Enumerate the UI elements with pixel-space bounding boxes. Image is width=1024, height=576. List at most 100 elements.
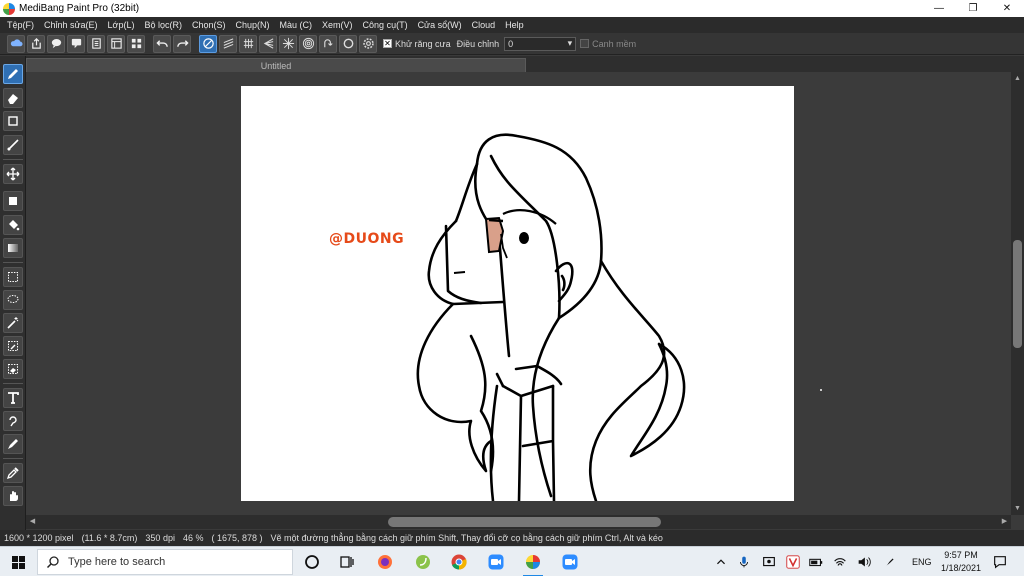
medibang-taskbar-icon[interactable] (522, 551, 544, 576)
menu-capture[interactable]: Chụp(N) (232, 20, 276, 30)
magic-wand-tool-icon[interactable] (3, 313, 23, 333)
drawing-canvas[interactable]: @DUONG (241, 86, 794, 501)
maximize-button[interactable]: ❐ (956, 0, 990, 17)
balloon-tool-icon[interactable] (3, 411, 23, 431)
antialias-label: Khử răng cưa (395, 38, 451, 49)
vertical-scroll-thumb[interactable] (1013, 240, 1022, 348)
microphone-icon[interactable] (736, 551, 752, 573)
scroll-left-icon[interactable]: ◀ (28, 517, 37, 527)
workspace: @DUONG (26, 72, 1011, 515)
menu-bar: Tệp(F) Chỉnh sửa(E) Lớp(L) Bộ lọc(R) Chọ… (0, 17, 1024, 33)
adjust-label: Điều chỉnh (456, 38, 500, 49)
blur-tool-icon[interactable] (3, 434, 23, 454)
menu-select[interactable]: Chọn(S) (188, 20, 232, 30)
scroll-down-icon[interactable]: ▼ (1013, 504, 1022, 513)
scroll-right-icon[interactable]: ▶ (1000, 517, 1009, 527)
shape-tool-icon[interactable] (3, 111, 23, 131)
brush-tool-icon[interactable] (3, 64, 23, 84)
redo-icon[interactable] (173, 34, 191, 53)
battery-icon (808, 551, 824, 573)
rect-select-tool-icon[interactable] (3, 267, 23, 287)
minimize-button[interactable]: — (922, 0, 956, 17)
share-icon[interactable] (27, 34, 45, 53)
concentric-snap-icon[interactable] (299, 34, 317, 53)
vivaldi-icon[interactable] (785, 551, 801, 573)
curve-snap-icon[interactable] (319, 34, 337, 53)
undo-icon[interactable] (153, 34, 171, 53)
adjust-value: 0 (508, 38, 514, 49)
status-canvas-size: 1600 * 1200 pixel (4, 533, 74, 543)
fill-rect-tool-icon[interactable] (3, 191, 23, 211)
select-eraser-tool-icon[interactable] (3, 359, 23, 379)
notifications-icon[interactable] (992, 551, 1008, 573)
bucket-tool-icon[interactable] (3, 215, 23, 235)
volume-icon[interactable] (856, 551, 872, 573)
vertical-scrollbar[interactable]: ▲ ▼ (1011, 72, 1024, 515)
status-bar: 1600 * 1200 pixel (11.6 * 8.7cm) 350 dpi… (0, 530, 1024, 546)
system-clock[interactable]: 9:57 PM 1/18/2021 (935, 549, 987, 575)
speech-bubble-icon[interactable] (67, 34, 85, 53)
start-button[interactable] (0, 547, 36, 576)
menu-view[interactable]: Xem(V) (318, 20, 359, 30)
menu-layer[interactable]: Lớp(L) (104, 20, 141, 30)
clock-time: 9:57 PM (944, 550, 978, 560)
horizontal-scrollbar[interactable]: ◀ ▶ (26, 515, 1011, 529)
tab-untitled[interactable]: Untitled (26, 58, 526, 72)
parallel-snap-icon[interactable] (219, 34, 237, 53)
zalo-leaf-icon[interactable] (412, 551, 434, 573)
eyedropper-tool-icon[interactable] (3, 463, 23, 483)
menu-color[interactable]: Màu (C) (276, 20, 319, 30)
text-tool-icon[interactable] (3, 388, 23, 408)
comment-icon[interactable] (47, 34, 65, 53)
gradient-tool-icon[interactable] (3, 238, 23, 258)
adjust-dropdown[interactable]: 0 ▾ (504, 36, 577, 51)
layout-icon[interactable] (107, 34, 125, 53)
cross-snap-icon[interactable] (239, 34, 257, 53)
select-pen-tool-icon[interactable] (3, 336, 23, 356)
task-view-icon[interactable] (336, 551, 358, 573)
language-indicator[interactable]: ENG (912, 547, 932, 576)
hand-tool-icon[interactable] (3, 486, 23, 506)
menu-edit[interactable]: Chỉnh sửa(E) (40, 20, 104, 30)
menu-help[interactable]: Help (501, 20, 530, 30)
clock-date: 1/18/2021 (940, 563, 982, 573)
circle-snap-icon[interactable] (339, 34, 357, 53)
cortana-icon[interactable] (301, 551, 323, 573)
settings-gear-icon[interactable] (359, 34, 377, 53)
move-tool-icon[interactable] (3, 164, 23, 184)
antialias-checkbox[interactable]: ✕ (383, 39, 392, 48)
taskbar-search[interactable]: Type here to search (37, 549, 293, 575)
menu-window[interactable]: Cửa sổ(W) (414, 20, 468, 30)
eraser-tool-icon[interactable] (3, 88, 23, 108)
menu-file[interactable]: Tệp(F) (3, 20, 40, 30)
scroll-up-icon[interactable]: ▲ (1013, 74, 1022, 83)
edge-soft-label: Canh mềm (592, 38, 637, 49)
horizontal-scroll-thumb[interactable] (388, 517, 661, 527)
vanishing-point-icon[interactable] (259, 34, 277, 53)
zoom-app-icon[interactable] (485, 551, 507, 573)
close-button[interactable]: ✕ (990, 0, 1024, 17)
page-icon[interactable] (87, 34, 105, 53)
lasso-tool-icon[interactable] (3, 290, 23, 310)
status-canvas-cm: (11.6 * 8.7cm) (81, 533, 138, 543)
status-dpi: 350 dpi (145, 533, 175, 543)
status-coords: ( 1675, 878 ) (211, 533, 263, 543)
menu-filter[interactable]: Bộ lọc(R) (140, 20, 188, 30)
chevron-down-icon: ▾ (567, 38, 573, 48)
chrome-icon[interactable] (448, 551, 470, 573)
menu-cloud[interactable]: Cloud (468, 20, 502, 30)
firefox-icon[interactable] (374, 551, 396, 573)
snap-off-icon[interactable] (199, 34, 217, 53)
screen-capture-icon[interactable] (761, 551, 777, 573)
pen-workspace-icon[interactable] (882, 551, 898, 573)
menu-tools[interactable]: Công cụ(T) (359, 20, 414, 30)
zoom-app-2-icon[interactable] (559, 551, 581, 573)
line-brush-tool-icon[interactable] (3, 135, 23, 155)
wifi-icon[interactable] (832, 551, 848, 573)
edge-soft-checkbox[interactable] (580, 39, 590, 48)
chevron-up-icon[interactable] (713, 551, 729, 573)
radial-snap-icon[interactable] (279, 34, 297, 53)
cloud-icon[interactable] (7, 34, 25, 53)
medibang-logo-icon (3, 2, 15, 15)
grid-panel-icon[interactable] (127, 34, 145, 53)
